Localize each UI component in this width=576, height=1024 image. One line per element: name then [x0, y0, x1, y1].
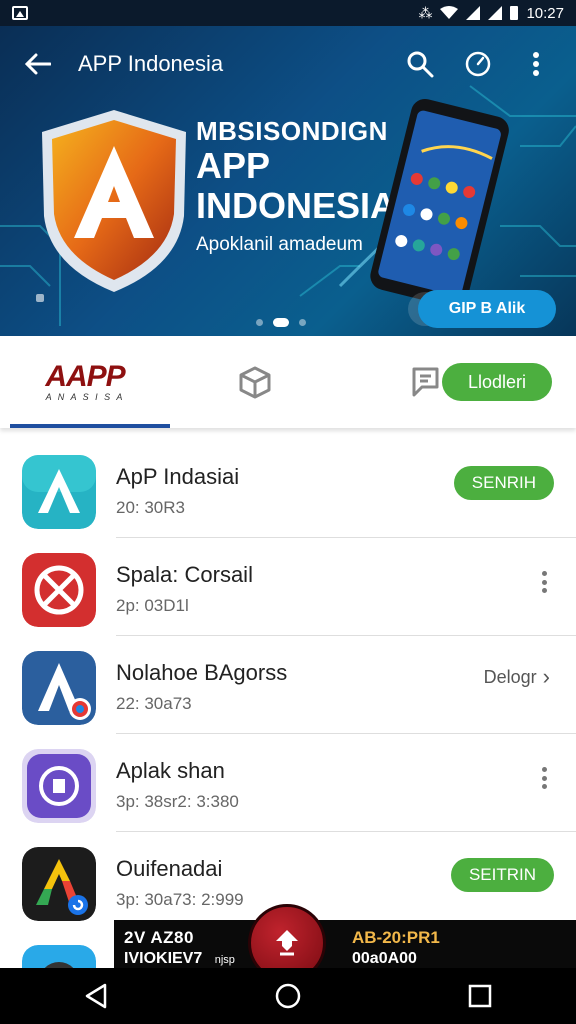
- app-icon-a-dark: [22, 847, 96, 921]
- app-meta: 3p: 38sr2: 3:380: [116, 792, 239, 811]
- feedback-icon: [412, 367, 439, 397]
- app-meta: 3p: 30a73: 2:999: [116, 890, 244, 909]
- hero-cta-button[interactable]: GIP B Alik: [418, 290, 556, 328]
- tab-bar: AAPP A N A S I S A Llodleri: [0, 336, 576, 428]
- hero-bullet: [36, 294, 44, 302]
- app-meta: 2p: 03D1l: [116, 596, 189, 615]
- app-bar-title: APP Indonesia: [78, 51, 224, 76]
- app-name: Ouifenadai: [116, 856, 223, 881]
- ad-left-line1: 2V AZ80: [124, 928, 194, 947]
- swap-logo-icon: [276, 930, 298, 956]
- app-icon-a-teal: [22, 455, 96, 529]
- signal-icon: [466, 6, 481, 20]
- search-button[interactable]: [398, 42, 442, 86]
- app-icon-purple-circle: [22, 749, 96, 823]
- more-vert-icon: [533, 52, 539, 76]
- square-recents-icon: [468, 984, 492, 1008]
- cube-icon: [239, 366, 271, 399]
- carousel-dot[interactable]: [256, 319, 263, 326]
- search-icon: [407, 51, 434, 78]
- carousel-dot[interactable]: [299, 319, 306, 326]
- nav-back-button[interactable]: [66, 968, 126, 1024]
- hero-banner[interactable]: APP Indonesia MBSISONDIGN APP INDONESIA …: [0, 26, 576, 336]
- back-button[interactable]: [18, 44, 58, 84]
- status-time: 10:27: [526, 4, 564, 22]
- system-nav-bar: [0, 968, 576, 1024]
- list-item[interactable]: ApP Indasiai 20: 30R3 SENRIH: [0, 440, 576, 538]
- ad-right-line1: AB-20:PR1: [352, 928, 440, 947]
- ad-left-line2: IVIOKIEV7 njsp: [124, 950, 235, 968]
- more-vert-icon[interactable]: [536, 764, 552, 792]
- app-meta: 20: 30R3: [116, 498, 185, 517]
- ad-banner[interactable]: 2V AZ80 IVIOKIEV7 njsp AB-20:PR1 00a0A00: [114, 920, 576, 968]
- list-item[interactable]: Spala: Corsail 2p: 03D1l: [0, 538, 576, 636]
- brand-logo-sub: A N A S I S A: [45, 392, 125, 402]
- install-button[interactable]: SEITRIN: [450, 858, 554, 892]
- tab-categories[interactable]: [170, 336, 340, 428]
- triangle-back-icon: [85, 983, 107, 1009]
- ad-right-line2: 00a0A00: [352, 950, 417, 967]
- battery-icon: [510, 6, 519, 20]
- signal-secondary-icon: [488, 6, 503, 20]
- ad-left-line2-text: IVIOKIEV7: [124, 950, 203, 967]
- smartphone-illustration: [370, 98, 509, 306]
- ad-left-small: njsp: [214, 954, 235, 966]
- app-bar: APP Indonesia: [0, 26, 576, 102]
- app-meta: 22: 30a73: [116, 694, 192, 713]
- list-item[interactable]: Nolahoe BAgorss 22: 30a73 Delogr ›: [0, 636, 576, 734]
- circle-home-icon: [275, 983, 301, 1009]
- carousel-dot-active[interactable]: [273, 318, 289, 327]
- app-name: ApP Indasiai: [116, 464, 240, 489]
- list-item[interactable]: Aplak shan 3p: 38sr2: 3:380: [0, 734, 576, 832]
- app-icon-crossed-circle: [22, 553, 96, 627]
- arrow-left-icon: [25, 53, 51, 75]
- brand-logo-main: AAPP: [45, 360, 125, 393]
- chevron-right-icon: ›: [542, 664, 550, 689]
- install-button[interactable]: SENRIH: [453, 466, 554, 500]
- status-bar: ⁂ 10:27: [0, 0, 576, 26]
- nav-recents-button[interactable]: [450, 968, 510, 1024]
- download-button[interactable]: Llodleri: [442, 363, 552, 401]
- history-button[interactable]: [456, 42, 500, 86]
- carousel-indicator[interactable]: [256, 318, 306, 327]
- app-name: Spala: Corsail: [116, 562, 253, 587]
- image-notification-icon: [12, 6, 28, 20]
- more-options-button[interactable]: [514, 42, 558, 86]
- more-vert-icon[interactable]: [536, 568, 552, 596]
- clock-icon: [465, 51, 491, 77]
- details-link-label: Delogr: [483, 666, 537, 687]
- app-icon-a-blue: [22, 651, 96, 725]
- wifi-icon: [440, 6, 459, 19]
- app-shield-logo: [42, 110, 186, 292]
- nfc-icon: ⁂: [418, 5, 433, 21]
- app-name: Nolahoe BAgorss: [116, 660, 288, 685]
- tab-app-logo[interactable]: AAPP A N A S I S A: [0, 336, 170, 428]
- brand-logo: AAPP A N A S I S A: [45, 360, 125, 403]
- details-link[interactable]: Delogr ›: [484, 664, 550, 690]
- app-name: Aplak shan: [116, 758, 225, 783]
- nav-home-button[interactable]: [258, 968, 318, 1024]
